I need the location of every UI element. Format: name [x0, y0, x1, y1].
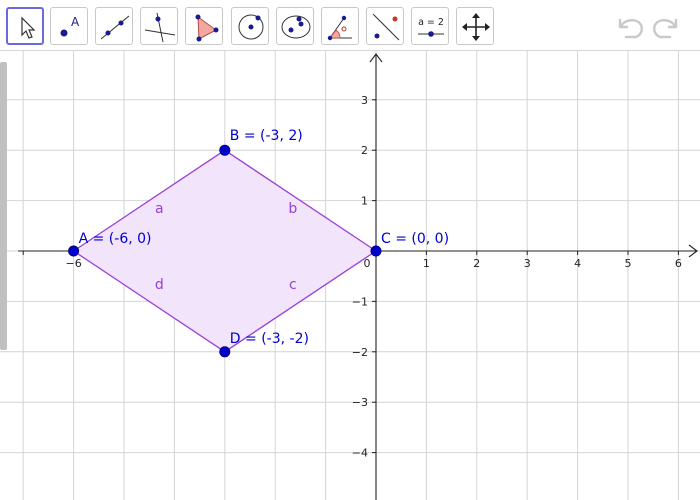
- reflect-about-line-icon: [372, 13, 400, 41]
- x-tick-label: −6: [65, 257, 81, 270]
- polygon-abcd[interactable]: [73, 150, 376, 352]
- x-tick-label: 4: [574, 257, 581, 270]
- cursor-arrow-icon: [21, 16, 36, 39]
- slider-icon: a = 2: [418, 17, 444, 37]
- perpendicular-line-tool-button[interactable]: [140, 7, 178, 45]
- line-tool-button[interactable]: [95, 7, 133, 45]
- graphics-view[interactable]: −6−5−4−3−2−10123456 123−1−2−3−4 abcd A =…: [0, 51, 700, 500]
- point-label-C: C = (0, 0): [381, 231, 449, 247]
- x-tick-label: 2: [473, 257, 480, 270]
- slider-tool-label: a = 2: [418, 17, 444, 28]
- segment-label-d: d: [155, 277, 164, 293]
- point-tool-button[interactable]: A: [50, 7, 88, 45]
- x-tick-label: 3: [524, 257, 531, 270]
- segment-label-a: a: [155, 201, 164, 217]
- circle-icon: [238, 14, 264, 40]
- y-tick-label: 3: [361, 94, 368, 107]
- point-icon: A: [60, 15, 80, 37]
- segment-label-b: b: [288, 201, 297, 217]
- toolbar: A a = 2: [0, 0, 700, 51]
- x-tick-label: 1: [423, 257, 430, 270]
- x-tick-label: 5: [625, 257, 632, 270]
- move-tool-button[interactable]: [6, 7, 44, 45]
- circle-tool-button[interactable]: [231, 7, 269, 45]
- grid: [0, 51, 700, 500]
- conic-tool-button[interactable]: [276, 7, 314, 45]
- perpendicular-line-icon: [144, 12, 176, 43]
- y-tick-label: −2: [352, 346, 368, 359]
- y-tick-label: −1: [352, 295, 368, 308]
- point-B[interactable]: [219, 144, 231, 156]
- angle-icon: [327, 15, 352, 41]
- point-tool-label: A: [71, 15, 80, 29]
- redo-button[interactable]: [650, 10, 682, 42]
- point-label-B: B = (-3, 2): [230, 128, 303, 144]
- x-tick-label: 6: [675, 257, 682, 270]
- ellipse-icon: [281, 15, 311, 39]
- y-tick-label: −4: [352, 447, 368, 460]
- segment-label-c: c: [289, 277, 297, 293]
- undo-icon: [618, 19, 643, 39]
- move-graphics-view-tool-button[interactable]: [456, 7, 494, 45]
- y-tick-label: 1: [361, 195, 368, 208]
- reflect-tool-button[interactable]: [366, 7, 404, 45]
- point-D[interactable]: [219, 346, 231, 358]
- point-C[interactable]: [370, 245, 382, 257]
- y-tick-label: −3: [352, 396, 368, 409]
- vertical-scrollbar[interactable]: [0, 62, 7, 350]
- polygon-icon: [195, 14, 219, 42]
- undo-button[interactable]: [614, 10, 646, 42]
- point-A[interactable]: [68, 245, 80, 257]
- point-label-A: A = (-6, 0): [79, 231, 152, 247]
- redo-icon: [653, 19, 678, 39]
- polygon-tool-button[interactable]: [185, 7, 223, 45]
- slider-tool-button[interactable]: a = 2: [411, 7, 449, 45]
- y-tick-label: 2: [361, 144, 368, 157]
- line-icon: [100, 15, 130, 40]
- point-label-D: D = (-3, -2): [230, 331, 309, 347]
- y-axis-tick-labels: 1 2 3 −1 −2 −3 −4: [352, 94, 368, 460]
- angle-tool-button[interactable]: [321, 7, 359, 45]
- move-arrows-icon: [462, 13, 490, 41]
